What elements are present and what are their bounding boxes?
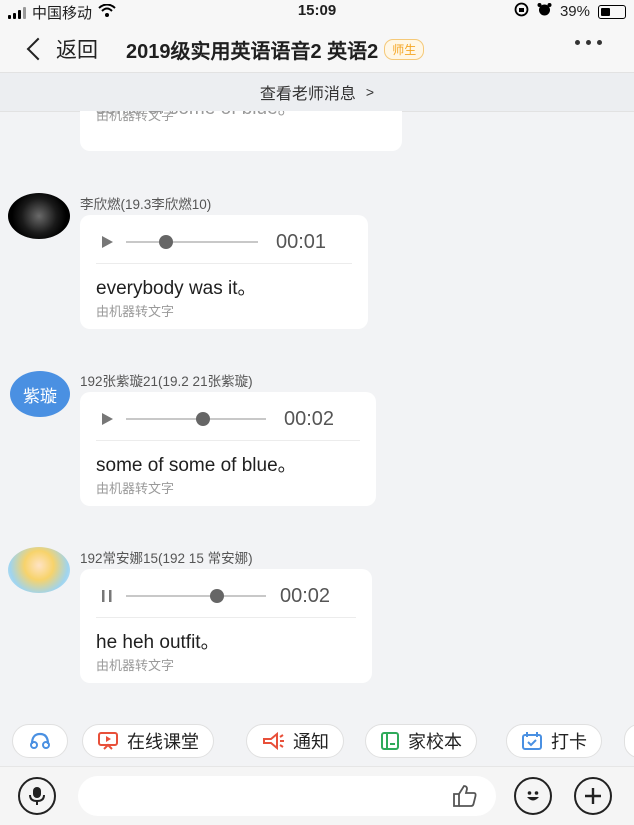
divider (96, 263, 352, 264)
emoji-button[interactable] (514, 777, 552, 815)
smiley-icon (527, 791, 539, 801)
voice-duration: 00:02 (280, 584, 331, 607)
voice-duration: 00:02 (284, 407, 335, 430)
microphone-icon (29, 787, 45, 805)
voice-player[interactable]: 00:02 (100, 408, 360, 430)
view-teacher-messages[interactable]: 查看老师消息 > (0, 72, 634, 112)
transcript-text: he heh outfit。 (96, 632, 220, 653)
avatar[interactable] (8, 547, 70, 593)
lock-rotation-icon (514, 2, 529, 21)
sender-name: 192张紫璇21(19.2 21张紫璇) (80, 374, 253, 389)
avatar[interactable]: 紫璇 (10, 371, 70, 417)
thumbs-up-icon[interactable] (452, 784, 478, 808)
transcript-text: some of some of blue。 (96, 455, 297, 476)
checkin-icon (522, 732, 542, 750)
shortcut-more[interactable] (624, 724, 634, 758)
more-dot-icon (597, 40, 602, 45)
shortcut-label: 在线课堂 (127, 732, 199, 752)
chevron-right-icon: > (365, 84, 375, 100)
group-title: 2019级实用英语语音2 英语2 (126, 41, 379, 63)
add-button[interactable] (574, 777, 612, 815)
voice-player[interactable]: 00:01 (100, 231, 350, 253)
divider (96, 617, 356, 618)
more-dot-icon (575, 40, 580, 45)
voice-message-bubble[interactable]: 00:01 everybody was it。 由机器转文字 (80, 215, 368, 329)
status-bar: 中国移动 15:09 39% (0, 0, 634, 22)
shortcut-bar: 在线课堂 通知 家校本 打卡 (0, 716, 634, 766)
chevron-left-icon (26, 37, 50, 61)
voice-message-bubble[interactable]: some of some of blue。 由机器转文字 (80, 111, 402, 151)
shortcut-homework-book[interactable]: 家校本 (365, 724, 477, 758)
back-label: 返回 (56, 39, 98, 62)
shortcut-label: 通知 (293, 732, 329, 752)
voice-player[interactable]: 00:02 (100, 585, 360, 607)
back-button[interactable]: 返回 (24, 34, 98, 64)
status-right: 39% (514, 2, 626, 21)
transcript-caption: 由机器转文字 (96, 304, 175, 319)
voice-progress-track[interactable] (126, 589, 266, 603)
page-title: 2019级实用英语语音2 英语2 师生 (126, 35, 425, 64)
progress-knob[interactable] (210, 589, 224, 603)
shortcut-label: 打卡 (551, 732, 587, 752)
notice-label: 查看老师消息 (259, 86, 356, 103)
more-button[interactable] (575, 40, 602, 45)
avatar[interactable] (8, 193, 70, 239)
shortcut-notice[interactable]: 通知 (246, 724, 344, 758)
nav-bar: 返回 2019级实用英语语音2 英语2 师生 (0, 22, 634, 72)
sender-name: 192常安娜15(192 15 常安娜) (80, 551, 253, 566)
message-input[interactable] (78, 776, 496, 816)
notebook-icon (381, 732, 399, 750)
shortcut-online-classroom[interactable]: 在线课堂 (82, 724, 214, 758)
megaphone-icon (263, 731, 284, 751)
divider (96, 440, 360, 441)
sender-name: 李欣燃(19.3李欣燃10) (80, 197, 212, 212)
progress-knob[interactable] (196, 412, 210, 426)
voice-message-bubble[interactable]: 00:02 he heh outfit。 由机器转文字 (80, 569, 372, 683)
play-icon[interactable] (100, 412, 114, 426)
voice-duration: 00:01 (276, 230, 327, 253)
play-icon[interactable] (100, 235, 114, 249)
headset-icon (30, 732, 50, 749)
progress-knob[interactable] (158, 235, 173, 249)
battery-icon (598, 4, 626, 19)
voice-input-button[interactable] (18, 777, 56, 815)
input-bar (0, 766, 634, 825)
more-dot-icon (586, 40, 591, 45)
transcript-caption: 由机器转文字 (96, 111, 175, 123)
pause-icon[interactable] (100, 589, 114, 603)
message-list[interactable]: some of some of blue。 由机器转文字 李欣燃(19.3李欣燃… (0, 111, 634, 716)
transcript-caption: 由机器转文字 (96, 658, 175, 673)
shortcut-headset[interactable] (12, 724, 68, 758)
voice-progress-track[interactable] (126, 235, 258, 249)
transcript-text: everybody was it。 (96, 278, 257, 299)
alarm-icon (537, 2, 552, 21)
plus-icon (585, 788, 601, 804)
shortcut-label: 家校本 (408, 732, 462, 752)
battery-percent: 39% (559, 3, 590, 20)
voice-message-bubble[interactable]: 00:02 some of some of blue。 由机器转文字 (80, 392, 376, 506)
role-tag: 师生 (384, 39, 425, 60)
transcript-caption: 由机器转文字 (96, 481, 175, 496)
voice-progress-track[interactable] (126, 412, 266, 426)
classroom-icon (98, 732, 118, 750)
shortcut-checkin[interactable]: 打卡 (506, 724, 602, 758)
avatar-text: 紫璇 (23, 386, 57, 406)
